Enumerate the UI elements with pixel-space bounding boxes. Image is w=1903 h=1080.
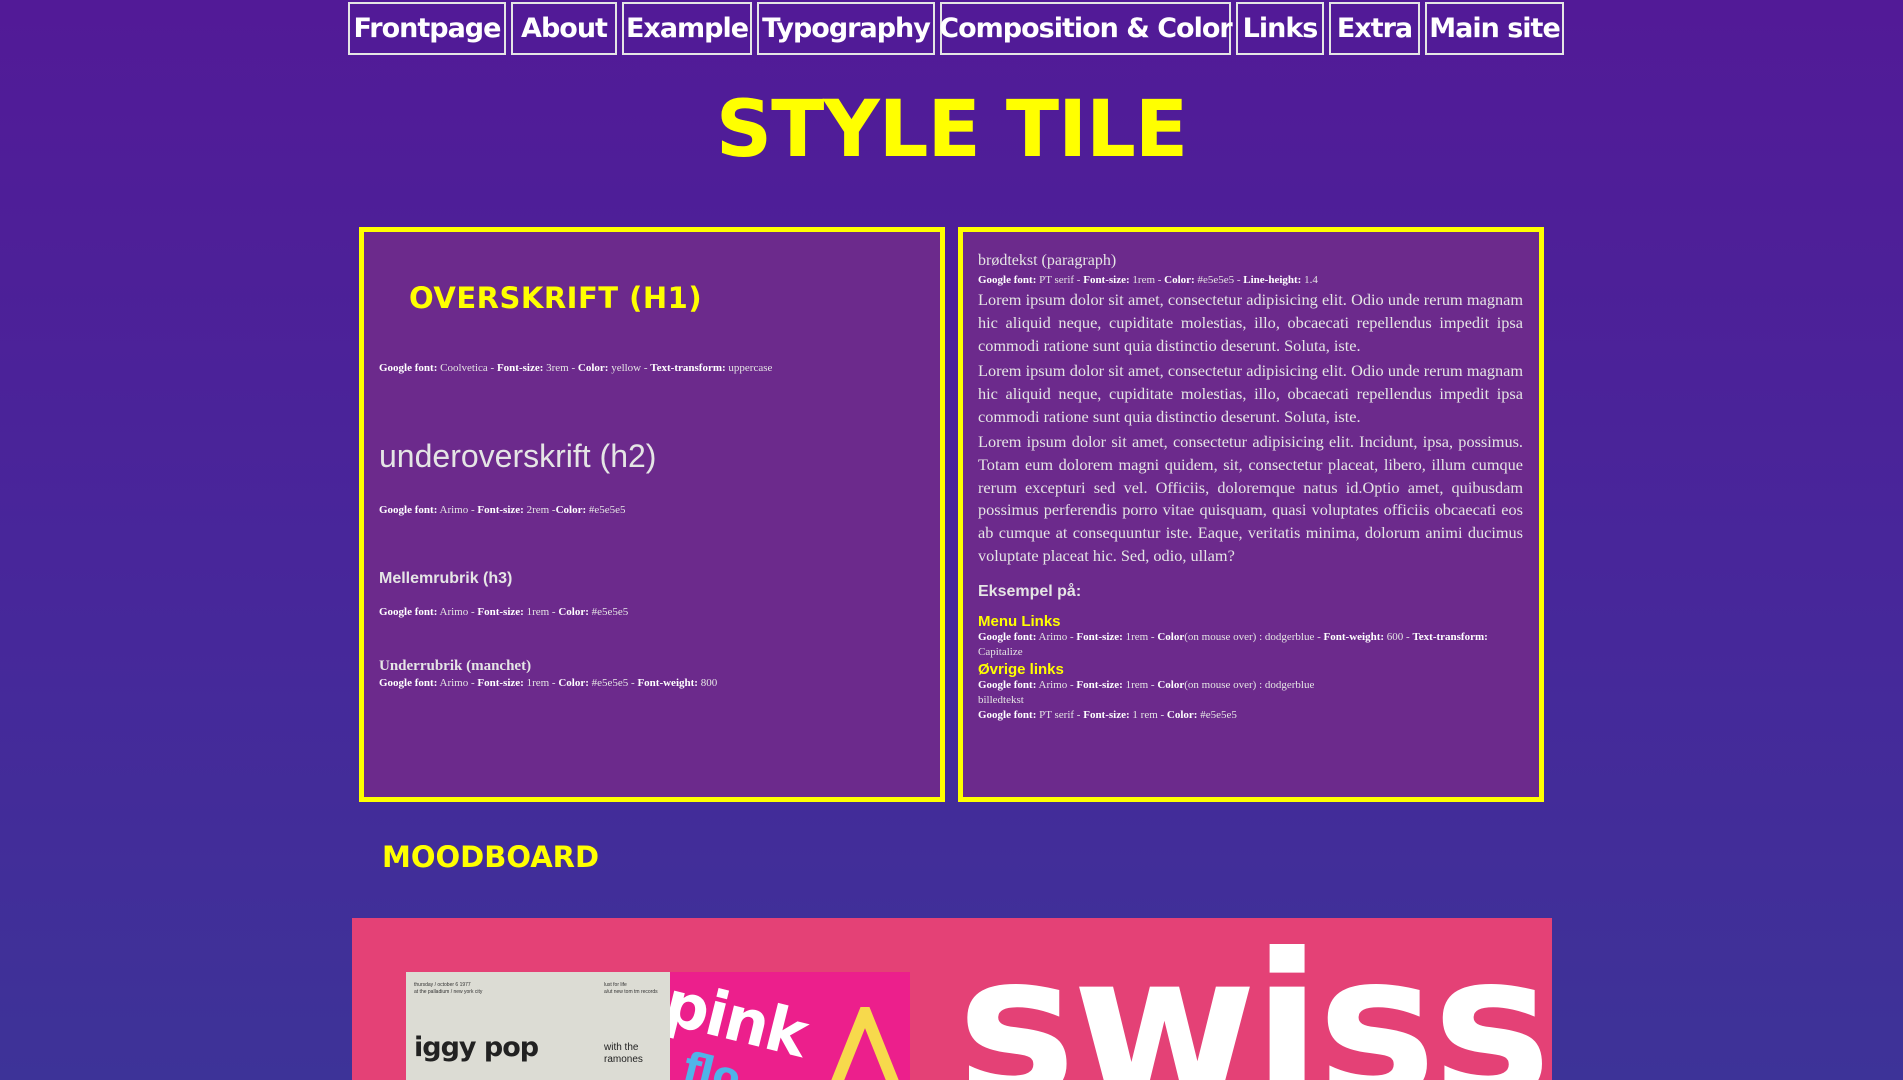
nav-link-typography[interactable]: Typography	[757, 2, 935, 55]
nav-link-links[interactable]: Links	[1236, 2, 1324, 55]
poster-subline: with the ramones	[604, 1042, 643, 1065]
poster-small-text: lust for life	[604, 982, 627, 988]
menu-links-spec: Google font: Arimo - Font-size: 1rem - C…	[978, 630, 1488, 659]
headings-tile: Overskrift (H1) Google font: Coolvetica …	[359, 227, 945, 802]
h2-sample: underoverskrift (h2)	[379, 438, 657, 474]
lorem-paragraph: Lorem ipsum dolor sit amet, consectetur …	[978, 290, 1523, 355]
moodboard-image: thursday / october 6 1977 at the palladi…	[352, 918, 1552, 1080]
poster-small-text: a/ut new tom tm records	[604, 989, 658, 995]
poster-small-text: thursday / october 6 1977	[414, 982, 471, 988]
nav-link-about[interactable]: About	[511, 2, 617, 55]
triangle-icon	[831, 1007, 899, 1080]
moodboard-title: Moodboard	[382, 840, 600, 874]
image-caption-sample: billedtekst	[978, 693, 1024, 706]
h1-spec: Google font: Coolvetica - Font-size: 3re…	[379, 362, 773, 374]
nav-link-composition-color[interactable]: Composition & Color	[939, 2, 1233, 55]
main-nav: Frontpage About Example Typography Compo…	[348, 2, 1564, 55]
manchet-sample: Underrubrik (manchet)	[379, 658, 532, 674]
lorem-paragraph: Lorem ipsum dolor sit amet, consectetur …	[978, 361, 1523, 427]
image-caption-spec: Google font: PT serif - Font-size: 1 rem…	[978, 709, 1237, 722]
iggy-pop-poster: thursday / october 6 1977 at the palladi…	[406, 972, 670, 1080]
pink-floyd-poster: pink flo	[670, 972, 910, 1080]
manchet-spec: Google font: Arimo - Font-size: 1rem - C…	[379, 677, 718, 689]
nav-link-main-site[interactable]: Main site	[1425, 2, 1564, 55]
h3-spec: Google font: Arimo - Font-size: 1rem - C…	[379, 606, 629, 618]
menu-links-sample[interactable]: Menu Links	[978, 613, 1523, 630]
nav-link-frontpage[interactable]: Frontpage	[348, 2, 506, 55]
nav-link-extra[interactable]: Extra	[1329, 2, 1420, 55]
example-heading: Eksempel på:	[978, 582, 1082, 600]
lorem-paragraph: Lorem ipsum dolor sit amet, consectetur …	[978, 431, 1523, 565]
swiss-lettering: swiss	[957, 918, 1551, 1080]
page-title: STYLE TILE	[715, 85, 1188, 175]
h3-sample: Mellemrubrik (h3)	[379, 570, 513, 587]
body-text-tile: brødtekst (paragraph) Google font: PT se…	[958, 227, 1544, 802]
other-links-spec: Google font: Arimo - Font-size: 1rem - C…	[978, 678, 1315, 691]
other-links-sample[interactable]: Øvrige links	[978, 661, 1523, 678]
poster-small-text: at the palladium / new york city	[414, 989, 483, 995]
paragraph-spec: Google font: PT serif - Font-size: 1rem …	[978, 274, 1318, 286]
h2-spec: Google font: Arimo - Font-size: 2rem -Co…	[379, 504, 626, 516]
poster-headline: iggy pop	[414, 1032, 539, 1063]
nav-link-example[interactable]: Example	[622, 2, 752, 55]
paragraph-heading: brødtekst (paragraph)	[978, 252, 1117, 269]
h1-sample: Overskrift (H1)	[409, 281, 703, 315]
